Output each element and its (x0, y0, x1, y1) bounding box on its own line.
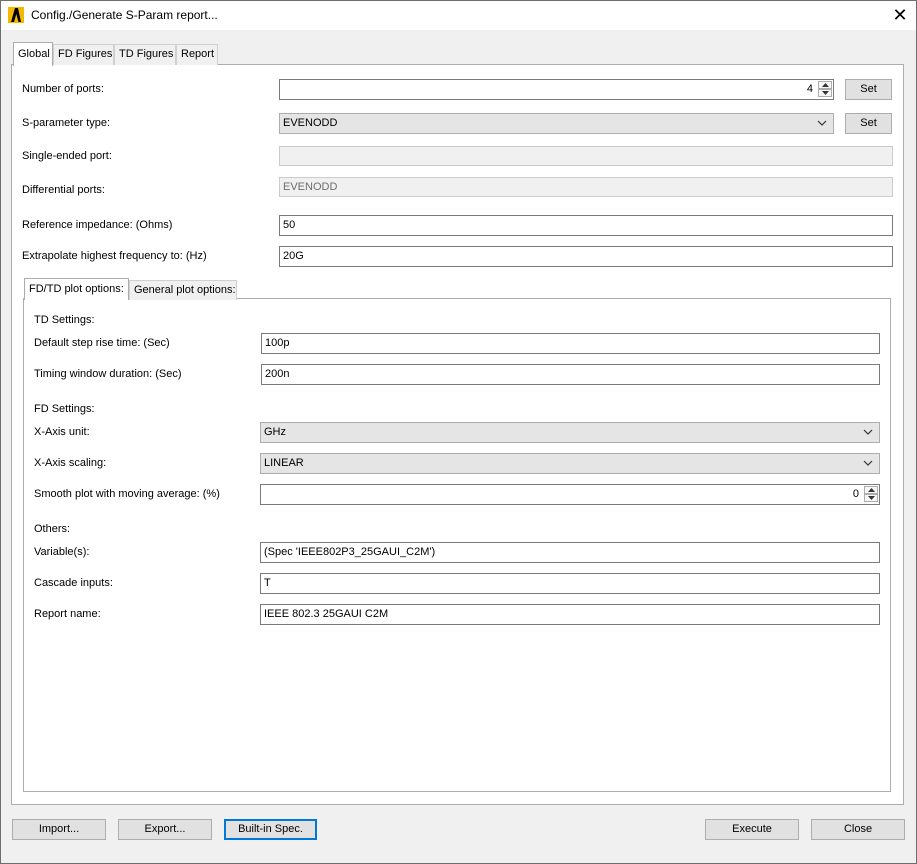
cascade-input[interactable]: T (260, 573, 880, 594)
step-rise-input[interactable]: 100p (261, 333, 880, 354)
differential-field: EVENODD (279, 177, 893, 197)
tab-fd-figures[interactable]: FD Figures (53, 44, 114, 65)
differential-label: Differential ports: (22, 184, 105, 196)
num-ports-spinner[interactable] (818, 81, 832, 98)
fd-settings-header: FD Settings: (34, 403, 95, 415)
chevron-down-icon (817, 120, 827, 126)
chevron-down-icon (863, 429, 873, 435)
report-name-input[interactable]: IEEE 802.3 25GAUI C2M (260, 604, 880, 625)
single-ended-label: Single-ended port: (22, 150, 112, 162)
xaxis-scaling-value: LINEAR (264, 457, 304, 469)
extrapolate-input[interactable]: 20G (279, 246, 893, 267)
chevron-down-icon (863, 460, 873, 466)
cascade-label: Cascade inputs: (34, 577, 113, 589)
smooth-value: 0 (852, 488, 859, 500)
step-rise-label: Default step rise time: (Sec) (34, 337, 170, 349)
extrapolate-label: Extrapolate highest frequency to: (Hz) (22, 250, 207, 262)
smooth-label: Smooth plot with moving average: (%) (34, 488, 220, 500)
spin-down-icon[interactable] (818, 89, 832, 97)
xaxis-unit-label: X-Axis unit: (34, 426, 90, 438)
sparam-type-dropdown[interactable]: EVENODD (279, 113, 834, 134)
tab-td-figures[interactable]: TD Figures (114, 44, 176, 65)
window-title: Config./Generate S-Param report... (31, 8, 218, 22)
spin-up-icon[interactable] (864, 486, 878, 494)
spin-up-icon[interactable] (818, 81, 832, 89)
xaxis-scaling-label: X-Axis scaling: (34, 457, 107, 469)
set-ports-button[interactable]: Set (845, 79, 892, 100)
num-ports-spinbox[interactable]: 4 (279, 79, 834, 100)
smooth-spinbox[interactable]: 0 (260, 484, 880, 505)
xaxis-unit-value: GHz (264, 426, 286, 438)
others-header: Others: (34, 523, 71, 535)
smooth-spinner[interactable] (864, 486, 878, 503)
timing-window-input[interactable]: 200n (261, 364, 880, 385)
close-button[interactable]: Close (811, 819, 905, 840)
variables-input[interactable]: (Spec 'IEEE802P3_25GAUI_C2M') (260, 542, 880, 563)
sparam-type-value: EVENODD (283, 117, 338, 129)
export-button[interactable]: Export... (118, 819, 212, 840)
set-sparam-button[interactable]: Set (845, 113, 892, 134)
ref-impedance-input[interactable]: 50 (279, 215, 893, 236)
app-logo-icon (8, 7, 24, 23)
num-ports-label: Number of ports: (22, 83, 104, 95)
tab-fdtd-plot-options[interactable]: FD/TD plot options: (24, 278, 129, 300)
spin-down-icon[interactable] (864, 494, 878, 502)
xaxis-scaling-dropdown[interactable]: LINEAR (260, 453, 880, 474)
close-icon[interactable]: ✕ (888, 4, 912, 26)
variables-label: Variable(s): (34, 546, 90, 558)
execute-button[interactable]: Execute (705, 819, 799, 840)
sparam-type-label: S-parameter type: (22, 117, 111, 129)
timing-window-label: Timing window duration: (Sec) (34, 368, 182, 380)
tab-general-plot-options[interactable]: General plot options: (129, 280, 237, 300)
tab-report[interactable]: Report (176, 44, 218, 65)
ref-impedance-label: Reference impedance: (Ohms) (22, 219, 173, 231)
td-settings-header: TD Settings: (34, 314, 95, 326)
num-ports-value: 4 (806, 83, 813, 95)
report-name-label: Report name: (34, 608, 101, 620)
xaxis-unit-dropdown[interactable]: GHz (260, 422, 880, 443)
tab-global[interactable]: Global (13, 42, 53, 66)
single-ended-field (279, 146, 893, 166)
builtin-spec-button[interactable]: Built-in Spec. (224, 819, 317, 840)
import-button[interactable]: Import... (12, 819, 106, 840)
